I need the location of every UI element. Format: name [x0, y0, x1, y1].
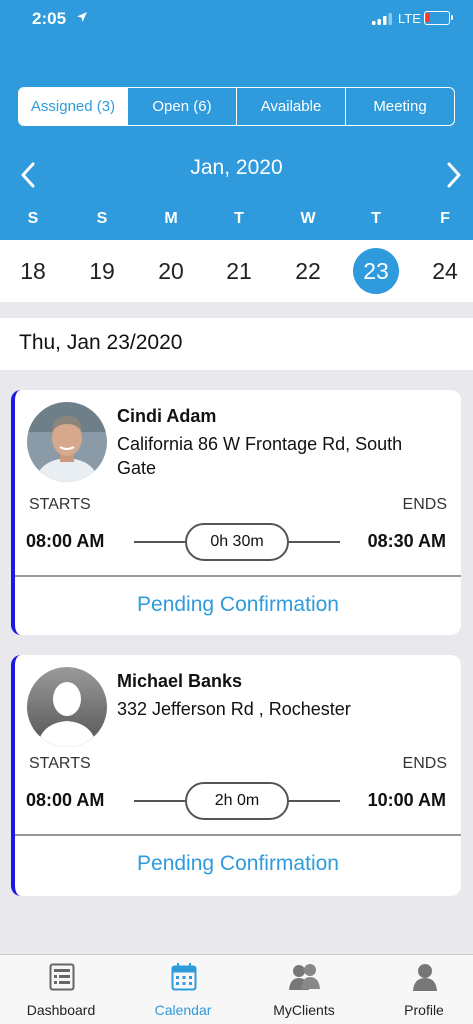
date-cell-selected[interactable]: 23	[353, 248, 399, 294]
duration-badge: 2h 0m	[185, 782, 289, 820]
date-cell[interactable]: 20	[148, 248, 194, 294]
weekday-label: W	[300, 210, 316, 227]
nav-calendar[interactable]: Calendar	[124, 955, 242, 1024]
pending-confirmation-link[interactable]: Pending Confirmation	[15, 593, 461, 617]
avatar[interactable]	[27, 402, 107, 482]
default-avatar-icon	[27, 667, 107, 747]
ends-label: ENDS	[402, 755, 447, 772]
nav-label: Calendar	[154, 1002, 212, 1018]
tab-assigned[interactable]: Assigned (3)	[19, 88, 127, 125]
nav-label: Profile	[404, 1002, 444, 1018]
calendar-icon	[171, 963, 197, 991]
month-navigator: Jan, 2020	[0, 150, 473, 190]
tab-available[interactable]: Available	[236, 88, 345, 125]
date-cell[interactable]: 18	[10, 248, 56, 294]
end-time: 08:30 AM	[367, 531, 446, 551]
card-divider	[15, 575, 461, 577]
starts-label: STARTS	[29, 496, 91, 513]
date-cell[interactable]: 19	[79, 248, 125, 294]
client-name: Michael Banks	[117, 671, 243, 691]
weekday-label: F	[440, 210, 450, 227]
card-divider	[15, 834, 461, 836]
selected-day-header: Thu, Jan 23/2020	[0, 318, 473, 370]
client-photo-icon	[27, 402, 107, 482]
end-time: 10:00 AM	[367, 790, 446, 810]
clients-icon	[289, 964, 320, 990]
assignment-tabs: Assigned (3) Open (6) Available Meeting	[18, 87, 455, 126]
tab-open[interactable]: Open (6)	[127, 88, 236, 125]
pending-confirmation-link[interactable]: Pending Confirmation	[15, 852, 461, 876]
nav-profile[interactable]: Profile	[365, 955, 473, 1024]
nav-label: MyClients	[273, 1002, 335, 1018]
weekday-label: S	[96, 210, 108, 227]
start-time: 08:00 AM	[26, 790, 105, 810]
status-bar: 2:05 LTE	[0, 0, 473, 38]
dashboard-icon	[49, 963, 75, 991]
nav-label: Dashboard	[26, 1002, 96, 1018]
signal-bars-icon	[372, 13, 392, 25]
status-time: 2:05	[32, 9, 67, 28]
date-cell[interactable]: 24	[422, 248, 468, 294]
date-strip: 18 19 20 21 22 23 24	[0, 240, 473, 302]
duration-badge: 0h 30m	[185, 523, 289, 561]
header: 2:05 LTE Assigned (3) Open (6) Available…	[0, 0, 473, 240]
ends-label: ENDS	[402, 496, 447, 513]
battery-icon	[424, 11, 453, 25]
chevron-right-icon[interactable]	[446, 162, 462, 188]
appointment-card[interactable]: Cindi Adam California 86 W Frontage Rd, …	[11, 390, 461, 635]
battery-level	[426, 13, 430, 22]
nav-dashboard[interactable]: Dashboard	[2, 955, 120, 1024]
tab-meeting[interactable]: Meeting	[345, 88, 454, 125]
date-cell[interactable]: 22	[285, 248, 331, 294]
date-cell[interactable]: 21	[216, 248, 262, 294]
appointment-card[interactable]: Michael Banks 332 Jefferson Rd , Rochest…	[11, 655, 461, 896]
client-address: 332 Jefferson Rd , Rochester	[117, 699, 351, 719]
client-name: Cindi Adam	[117, 406, 217, 426]
weekday-label: S	[27, 210, 39, 227]
bottom-tab-bar: Dashboard Calendar MyClients Profile	[0, 954, 473, 1024]
location-arrow-icon	[77, 12, 87, 22]
profile-icon	[413, 964, 437, 991]
weekday-label: T	[371, 210, 381, 227]
client-address: California 86 W Frontage Rd, South Gate	[117, 434, 403, 478]
weekday-row: S S M T W T F	[0, 210, 473, 236]
weekday-label: T	[234, 210, 244, 227]
carrier-label: LTE	[398, 11, 421, 26]
start-time: 08:00 AM	[26, 531, 105, 551]
weekday-label: M	[164, 210, 178, 227]
month-label: Jan, 2020	[190, 156, 283, 179]
nav-myclients[interactable]: MyClients	[245, 955, 363, 1024]
avatar[interactable]	[27, 667, 107, 747]
starts-label: STARTS	[29, 755, 91, 772]
